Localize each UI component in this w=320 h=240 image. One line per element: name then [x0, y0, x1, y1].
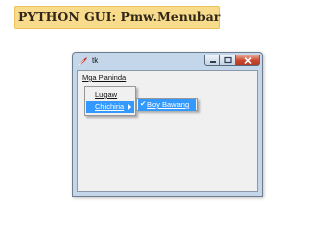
window-client-area: Mga Paninda Lugaw Chichiria ✔ Boy Bawang	[77, 70, 258, 192]
menu-item-chichiria[interactable]: Chichiria	[86, 101, 134, 113]
minimize-button[interactable]	[204, 55, 220, 66]
tk-feather-icon	[78, 57, 87, 66]
minimize-icon	[210, 61, 216, 63]
close-icon	[244, 56, 252, 65]
menubar: Mga Paninda	[78, 71, 257, 84]
menu-item-label: Chichiria	[95, 102, 125, 111]
menubar-item-mga-paninda[interactable]: Mga Paninda	[82, 73, 126, 82]
maximize-icon	[224, 56, 232, 64]
submenu: ✔ Boy Bawang	[136, 98, 198, 111]
menubar-label: Mga Paninda	[82, 73, 127, 82]
window-title: tk	[92, 56, 99, 65]
submenu-arrow-icon	[128, 104, 131, 110]
dropdown-menu: Lugaw Chichiria	[84, 86, 136, 116]
submenu-item-boy-bawang[interactable]: ✔ Boy Bawang	[138, 99, 196, 111]
slide-title: PYTHON GUI: Pmw.Menubar	[18, 9, 221, 24]
title-bar[interactable]: tk	[73, 53, 262, 70]
menu-item-label: Lugaw	[95, 90, 118, 99]
tk-window: tk Mga Paninda Lugaw Chichiria ✔ Boy Baw…	[72, 52, 263, 197]
slide-title-banner: PYTHON GUI: Pmw.Menubar	[14, 6, 220, 29]
submenu-item-label: Boy Bawang	[147, 100, 190, 109]
close-button[interactable]	[236, 55, 260, 66]
checkmark-icon: ✔	[140, 99, 147, 108]
maximize-button[interactable]	[220, 55, 236, 66]
menu-item-lugaw[interactable]: Lugaw	[86, 89, 134, 101]
